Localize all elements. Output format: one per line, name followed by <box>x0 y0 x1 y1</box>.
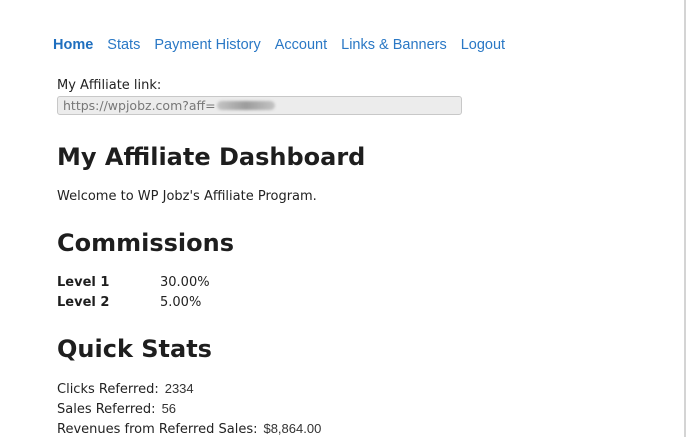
stat-sales-label: Sales Referred: <box>57 402 156 417</box>
page-title: My Affiliate Dashboard <box>57 143 366 171</box>
stat-revenue-value: $8,864.00 <box>263 421 322 436</box>
nav-stats[interactable]: Stats <box>107 37 140 53</box>
commission-level-rate: 30.00% <box>160 275 210 290</box>
stat-sales-value: 56 <box>161 401 177 416</box>
nav-links-banners[interactable]: Links & Banners <box>341 37 447 53</box>
nav-payment-history[interactable]: Payment History <box>154 37 260 53</box>
commission-level-rate: 5.00% <box>160 295 202 310</box>
stat-clicks-label: Clicks Referred: <box>57 382 159 397</box>
affiliate-link-field[interactable]: https://wpjobz.com?aff= <box>57 96 462 115</box>
commission-level-name: Level 2 <box>57 295 110 310</box>
nav-logout[interactable]: Logout <box>461 37 505 53</box>
stat-sales: Sales Referred: 56 <box>57 401 176 417</box>
redacted-affiliate-id <box>216 101 275 110</box>
stat-clicks-value: 2334 <box>164 381 194 396</box>
commission-row: Level 1 30.00% <box>57 275 210 290</box>
affiliate-link-label: My Affiliate link: <box>57 78 162 93</box>
quick-stats-heading: Quick Stats <box>57 335 212 363</box>
commission-level-name: Level 1 <box>57 275 110 290</box>
nav-home[interactable]: Home <box>53 37 93 53</box>
stat-clicks: Clicks Referred: 2334 <box>57 381 194 397</box>
stat-revenue: Revenues from Referred Sales: $8,864.00 <box>57 421 321 437</box>
commissions-heading: Commissions <box>57 229 234 257</box>
nav-account[interactable]: Account <box>275 37 327 53</box>
affiliate-link-value: https://wpjobz.com?aff= <box>63 98 216 113</box>
welcome-text: Welcome to WP Jobz's Affiliate Program. <box>57 189 317 204</box>
commission-row: Level 2 5.00% <box>57 295 201 310</box>
stat-revenue-label: Revenues from Referred Sales: <box>57 422 258 437</box>
affiliate-nav: Home Stats Payment History Account Links… <box>53 37 519 53</box>
